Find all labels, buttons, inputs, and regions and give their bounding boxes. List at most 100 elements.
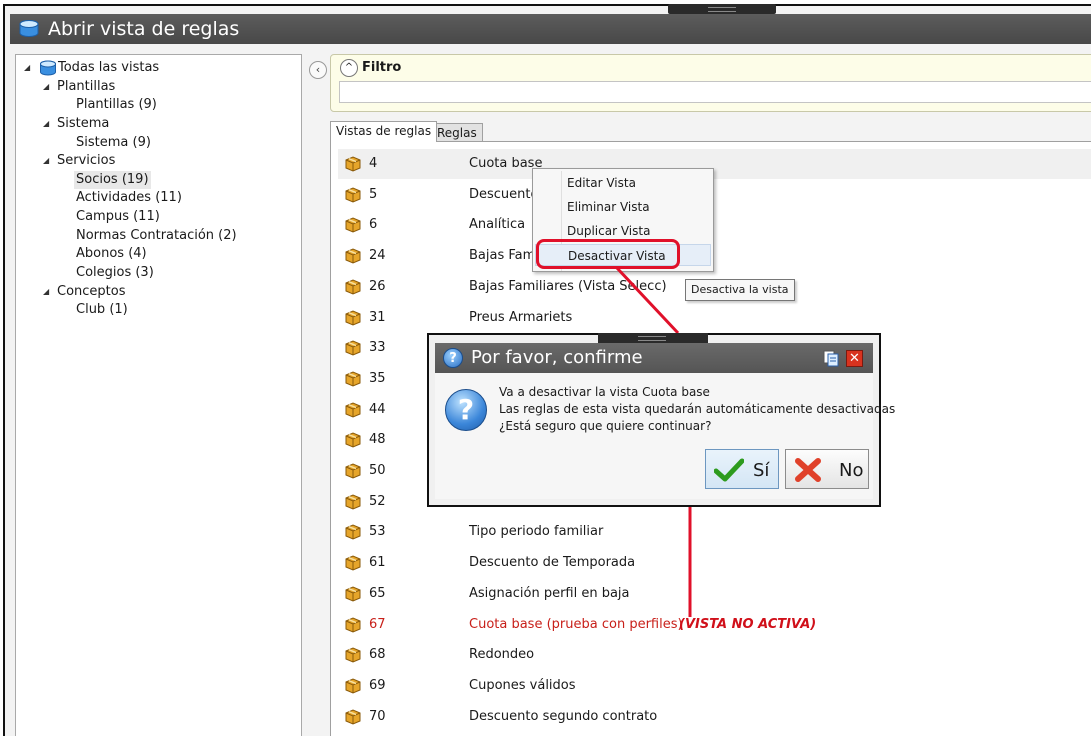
rule-id: 35 bbox=[369, 370, 386, 386]
tree-group-servicios[interactable]: Servicios bbox=[57, 152, 115, 170]
rule-id: 65 bbox=[369, 585, 386, 601]
rule-name: Preus Armariets bbox=[469, 309, 573, 325]
box-icon bbox=[345, 494, 361, 510]
filter-panel: ^ Filtro bbox=[330, 54, 1091, 112]
rule-id: 70 bbox=[369, 708, 386, 724]
rule-row[interactable]: 65 Asignación perfil en baja bbox=[338, 579, 1091, 609]
rule-id: 69 bbox=[369, 677, 386, 693]
rule-id: 6 bbox=[369, 217, 378, 233]
rule-id: 31 bbox=[369, 309, 386, 325]
copy-icon[interactable] bbox=[823, 350, 839, 367]
box-icon bbox=[345, 156, 361, 172]
rule-name: Descuento bbox=[469, 186, 539, 202]
box-icon bbox=[345, 709, 361, 725]
rule-name: Bajas Fami bbox=[469, 248, 539, 264]
annotation-highlight-box bbox=[536, 239, 680, 269]
rule-id: 68 bbox=[369, 647, 386, 663]
rule-row[interactable]: 24 Bajas Fami bbox=[338, 241, 1091, 271]
box-icon bbox=[345, 647, 361, 663]
rule-row[interactable]: 61 Descuento de Temporada bbox=[338, 548, 1091, 578]
tab-vistas-de-reglas[interactable]: Vistas de reglas bbox=[330, 121, 438, 142]
rule-row[interactable]: 53 Tipo periodo familiar bbox=[338, 517, 1091, 547]
rule-row[interactable]: 6 Analítica bbox=[338, 210, 1091, 240]
chevron-up-icon[interactable]: ^ bbox=[340, 59, 358, 77]
rule-name: Asignación perfil en baja bbox=[469, 585, 630, 601]
box-icon bbox=[345, 279, 361, 295]
box-icon bbox=[345, 340, 361, 356]
inactive-annotation: (VISTA NO ACTIVA) bbox=[679, 617, 817, 632]
tab-reglas[interactable]: Reglas bbox=[431, 123, 483, 141]
tree-group-plantillas[interactable]: Plantillas bbox=[57, 78, 115, 96]
box-icon bbox=[345, 309, 361, 326]
tree-item-selected[interactable]: Socios (19) bbox=[74, 171, 151, 189]
tree-item[interactable]: Club (1) bbox=[76, 301, 128, 319]
box-icon bbox=[345, 217, 361, 233]
collapse-panel-button[interactable]: ‹ bbox=[309, 61, 327, 79]
database-icon bbox=[19, 20, 39, 37]
yes-button[interactable]: Sí bbox=[705, 449, 779, 489]
rule-id: 24 bbox=[369, 248, 386, 264]
tooltip: Desactiva la vista bbox=[685, 279, 795, 301]
tree-group-conceptos[interactable]: Conceptos bbox=[57, 283, 126, 301]
dialog-drag-handle[interactable] bbox=[598, 333, 708, 343]
close-icon[interactable]: ✕ bbox=[846, 350, 863, 367]
expand-arrow-icon[interactable]: ◢ bbox=[43, 152, 53, 170]
rule-id: 5 bbox=[369, 186, 378, 202]
box-icon bbox=[345, 586, 361, 602]
rule-name: Redondeo bbox=[469, 647, 535, 663]
checkmark-icon bbox=[714, 458, 744, 482]
dialog-message-line: Las reglas de esta vista quedarán automá… bbox=[499, 402, 896, 416]
rule-row[interactable]: 68 Redondeo bbox=[338, 640, 1091, 670]
rule-name: Analítica bbox=[469, 217, 526, 233]
no-button[interactable]: No bbox=[785, 449, 869, 489]
rule-row[interactable]: 69 Cupones válidos bbox=[338, 671, 1091, 701]
dialog-title: Por favor, confirme bbox=[471, 347, 643, 368]
tree-item[interactable]: Normas Contratación (2) bbox=[76, 227, 237, 245]
expand-arrow-icon[interactable]: ◢ bbox=[43, 283, 53, 301]
menu-item-eliminar[interactable]: Eliminar Vista bbox=[535, 196, 711, 218]
window-title: Abrir vista de reglas bbox=[48, 18, 240, 40]
tree-root[interactable]: Todas las vistas bbox=[58, 59, 159, 77]
box-icon bbox=[345, 616, 361, 633]
database-icon bbox=[40, 60, 56, 76]
tree-item[interactable]: Colegios (3) bbox=[76, 264, 154, 282]
filter-input[interactable] bbox=[339, 81, 1091, 103]
tree-item[interactable]: Abonos (4) bbox=[76, 245, 147, 263]
filter-label: Filtro bbox=[362, 60, 402, 75]
expand-arrow-icon[interactable]: ◢ bbox=[24, 59, 34, 77]
rule-name: Descuento segundo contrato bbox=[469, 708, 658, 724]
rule-row[interactable]: 70 Descuento segundo contrato bbox=[338, 702, 1091, 732]
tree-item[interactable]: Sistema (9) bbox=[76, 134, 151, 152]
tree-item[interactable]: Plantillas (9) bbox=[76, 96, 157, 114]
question-icon: ? bbox=[445, 389, 487, 431]
dialog-body: ? Va a desactivar la vista Cuota base La… bbox=[435, 373, 895, 499]
no-label: No bbox=[839, 460, 864, 481]
rule-name: Cuota base (prueba con perfiles) bbox=[469, 616, 683, 632]
rule-row[interactable]: 31 Preus Armariets bbox=[338, 303, 1091, 333]
tree-group-sistema[interactable]: Sistema bbox=[57, 115, 109, 133]
rule-id: 4 bbox=[369, 156, 378, 171]
dialog-message-line: ¿Está seguro que quiere continuar? bbox=[499, 419, 712, 433]
tree-item[interactable]: Campus (11) bbox=[76, 208, 160, 226]
menu-item-editar[interactable]: Editar Vista bbox=[535, 172, 711, 194]
box-icon bbox=[345, 432, 361, 448]
tree-item[interactable]: Actividades (11) bbox=[76, 189, 182, 207]
rule-row[interactable]: 5 Descuento bbox=[338, 180, 1091, 210]
box-icon bbox=[345, 187, 361, 203]
rule-id: 44 bbox=[369, 401, 386, 417]
rule-name: Cupones válidos bbox=[469, 677, 576, 693]
box-icon bbox=[345, 463, 361, 479]
expand-arrow-icon[interactable]: ◢ bbox=[43, 78, 53, 96]
rule-name: Descuento de Temporada bbox=[469, 555, 636, 571]
question-icon: ? bbox=[443, 348, 463, 368]
box-icon bbox=[345, 555, 361, 571]
rule-id: 26 bbox=[369, 278, 386, 294]
rule-id: 53 bbox=[369, 524, 386, 540]
views-tree[interactable]: ◢ Todas las vistas ◢ Plantillas Plantill… bbox=[15, 54, 302, 736]
window-drag-handle[interactable] bbox=[668, 4, 776, 14]
rule-id: 67 bbox=[369, 616, 386, 632]
rule-row[interactable]: 4 Cuota base bbox=[338, 149, 1091, 179]
expand-arrow-icon[interactable]: ◢ bbox=[43, 115, 53, 133]
title-bar: Abrir vista de reglas bbox=[10, 14, 1091, 44]
box-icon bbox=[345, 402, 361, 418]
